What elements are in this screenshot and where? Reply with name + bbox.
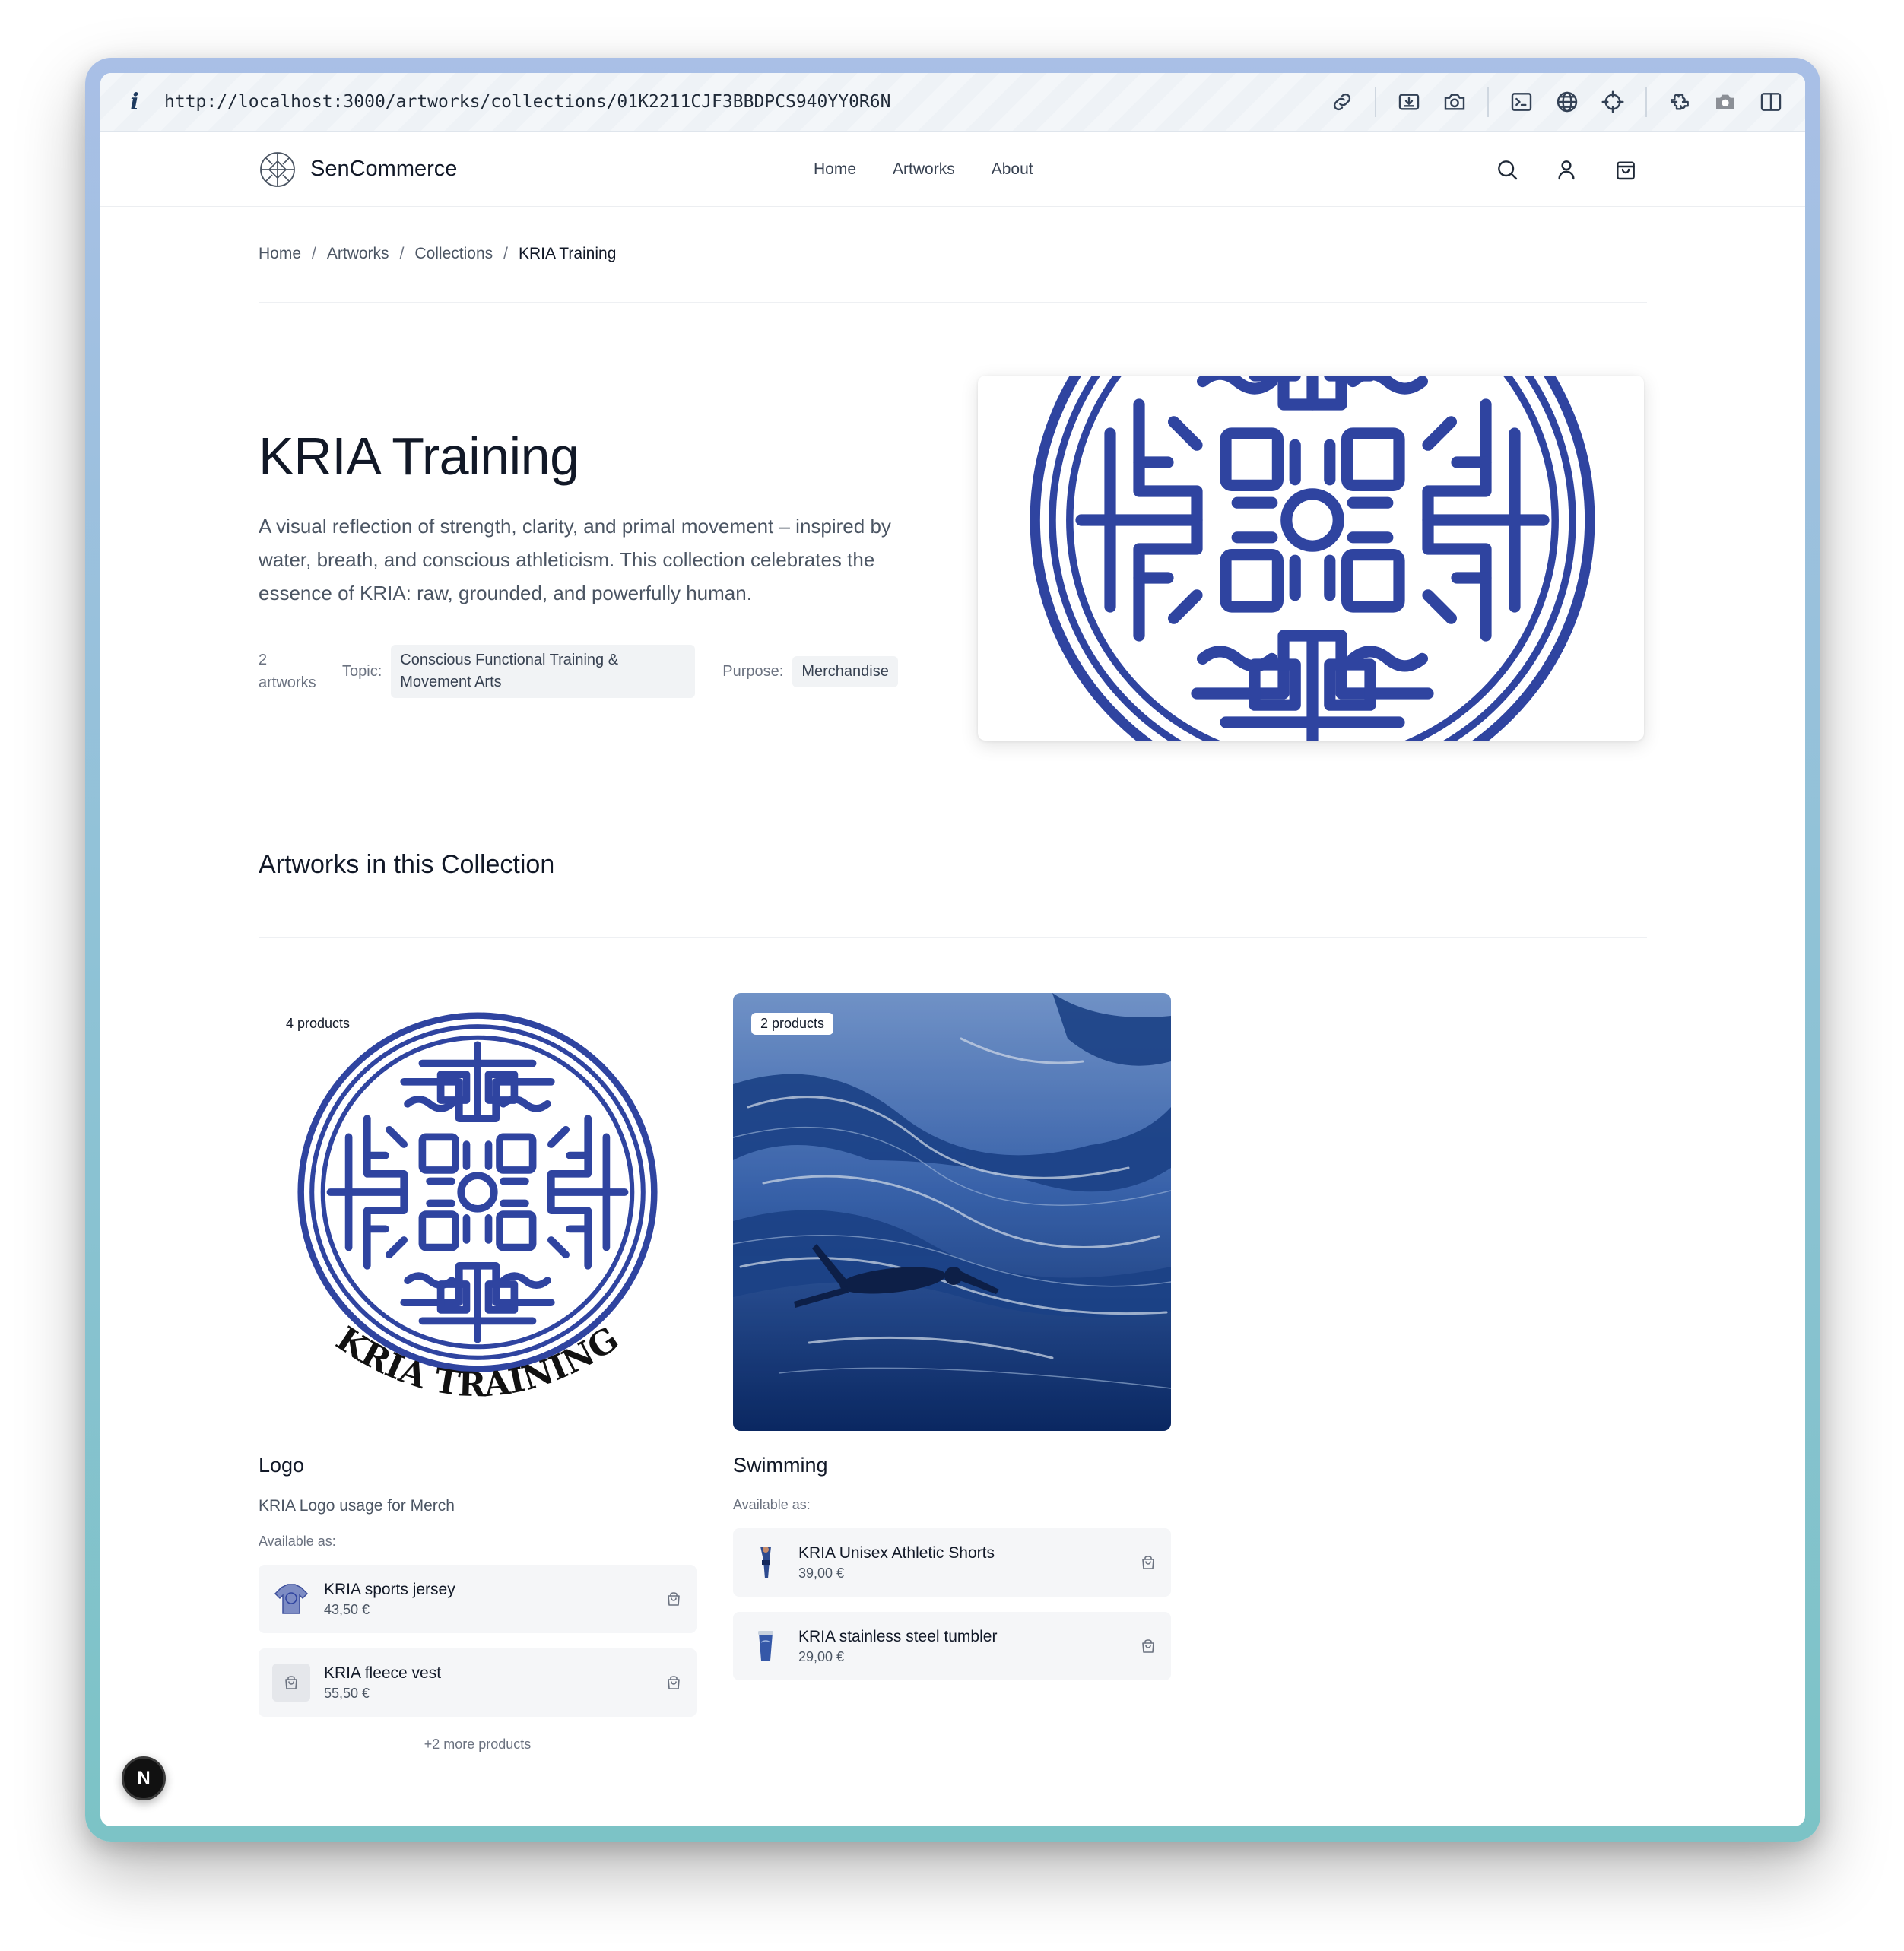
hero-text: KRIA Training A visual reflection of str… — [259, 376, 978, 807]
shopping-bag-icon[interactable] — [1614, 157, 1638, 182]
terminal-icon[interactable] — [1509, 89, 1534, 115]
product-name: KRIA sports jersey — [324, 1580, 455, 1598]
extension-icon[interactable] — [1667, 89, 1693, 115]
available-label: Available as: — [733, 1497, 811, 1512]
product-item[interactable]: KRIA Unisex Athletic Shorts 39,00 € — [733, 1528, 1171, 1597]
search-icon[interactable] — [1495, 157, 1519, 182]
product-thumbnail — [747, 1543, 785, 1581]
toolbar-separator — [1487, 87, 1489, 117]
artwork-card-swimming[interactable]: 2 products Swimming Available as: KRIA U… — [733, 993, 1171, 1826]
artwork-count-label: artworks — [259, 674, 316, 691]
product-name: KRIA fleece vest — [324, 1664, 442, 1682]
collection-hero: KRIA Training A visual reflection of str… — [259, 303, 1647, 807]
product-price: 43,50 € — [324, 1601, 370, 1617]
site-header: SenCommerce Home Artworks About — [100, 132, 1805, 207]
address-bar: i http://localhost:3000/artworks/collect… — [100, 73, 1805, 132]
topic-label: Topic: — [342, 662, 382, 680]
artwork-image-logo[interactable]: 4 products KRIA TRAINING — [259, 993, 697, 1431]
available-label: Available as: — [259, 1534, 336, 1549]
header-actions — [1495, 157, 1638, 182]
breadcrumb-separator: / — [312, 245, 316, 262]
section-title: Artworks in this Collection — [259, 807, 1647, 938]
topic-chip: Conscious Functional Training & Movement… — [391, 645, 696, 698]
product-count-badge: 4 products — [277, 1013, 360, 1035]
breadcrumb-separator: / — [399, 245, 405, 262]
toolbar-separator — [1645, 87, 1647, 117]
nav-artworks[interactable]: Artworks — [893, 160, 955, 179]
artwork-card-logo[interactable]: 4 products KRIA TRAINING Logo KRIA Logo … — [259, 993, 697, 1826]
brand-logo-icon — [259, 151, 297, 189]
nextjs-dev-badge[interactable]: N — [122, 1756, 166, 1800]
camera-gray-icon[interactable] — [1712, 89, 1738, 115]
product-name: KRIA stainless steel tumbler — [798, 1627, 998, 1645]
sidebar-icon[interactable] — [1758, 89, 1784, 115]
main-nav: Home Artworks About — [814, 160, 1495, 179]
nav-home[interactable]: Home — [814, 160, 856, 179]
camera-icon[interactable] — [1442, 89, 1468, 115]
browser-window: i http://localhost:3000/artworks/collect… — [100, 73, 1805, 1826]
add-to-cart-icon[interactable] — [1139, 1553, 1157, 1572]
product-info: KRIA sports jersey 43,50 € — [324, 1581, 665, 1618]
artwork-count: 2 artworks — [259, 649, 342, 694]
breadcrumb-separator: / — [503, 245, 508, 262]
product-info: KRIA Unisex Athletic Shorts 39,00 € — [798, 1544, 1139, 1581]
artwork-description: KRIA Logo usage for Merch — [259, 1497, 455, 1515]
collection-cover-image — [978, 376, 1644, 741]
add-to-cart-icon[interactable] — [665, 1590, 683, 1608]
url-text[interactable]: http://localhost:3000/artworks/collectio… — [164, 92, 1329, 112]
product-thumbnail — [747, 1627, 785, 1665]
artwork-image-swimming[interactable]: 2 products — [733, 993, 1171, 1431]
brand[interactable]: SenCommerce — [259, 151, 814, 189]
main-content: Home / Artworks / Collections / KRIA Tra… — [100, 207, 1805, 1826]
product-price: 55,50 € — [324, 1685, 370, 1701]
globe-icon[interactable] — [1554, 89, 1580, 115]
brand-name: SenCommerce — [310, 157, 458, 181]
crosshair-icon[interactable] — [1600, 89, 1626, 115]
product-price: 39,00 € — [798, 1565, 845, 1581]
more-products-link[interactable]: +2 more products — [259, 1737, 697, 1753]
page-title: KRIA Training — [259, 427, 579, 486]
info-icon[interactable]: i — [122, 89, 148, 116]
product-price: 29,00 € — [798, 1648, 845, 1664]
purpose-label: Purpose: — [722, 662, 784, 680]
artwork-title[interactable]: Logo — [259, 1454, 697, 1477]
collection-description: A visual reflection of strength, clarity… — [259, 515, 891, 604]
product-name: KRIA Unisex Athletic Shorts — [798, 1543, 995, 1562]
product-thumbnail-placeholder — [272, 1664, 310, 1702]
breadcrumb-collections[interactable]: Collections — [414, 245, 493, 302]
screenshot-region-icon[interactable] — [1396, 89, 1422, 115]
add-to-cart-icon[interactable] — [665, 1673, 683, 1692]
product-info: KRIA fleece vest 55,50 € — [324, 1664, 665, 1702]
product-thumbnail — [272, 1580, 310, 1618]
link-icon[interactable] — [1329, 89, 1355, 115]
nav-about[interactable]: About — [992, 160, 1033, 179]
breadcrumb-artworks[interactable]: Artworks — [327, 245, 389, 302]
product-item[interactable]: KRIA fleece vest 55,50 € — [259, 1648, 697, 1717]
purpose-chip: Merchandise — [792, 655, 898, 687]
artwork-grid: 4 products KRIA TRAINING Logo KRIA Logo … — [259, 938, 1647, 1826]
toolbar-separator — [1375, 87, 1376, 117]
product-item[interactable]: KRIA stainless steel tumbler 29,00 € — [733, 1612, 1171, 1680]
collection-meta: 2 artworks Topic: Conscious Functional T… — [259, 645, 978, 698]
breadcrumb-home[interactable]: Home — [259, 245, 301, 302]
product-info: KRIA stainless steel tumbler 29,00 € — [798, 1628, 1139, 1665]
artwork-title[interactable]: Swimming — [733, 1454, 1171, 1477]
add-to-cart-icon[interactable] — [1139, 1637, 1157, 1655]
user-icon[interactable] — [1554, 157, 1579, 182]
breadcrumb-current: KRIA Training — [518, 245, 617, 262]
product-count-badge: 2 products — [751, 1013, 834, 1035]
breadcrumb: Home / Artworks / Collections / KRIA Tra… — [259, 207, 1647, 303]
product-item[interactable]: KRIA sports jersey 43,50 € — [259, 1565, 697, 1633]
toolbar-icons — [1329, 87, 1784, 117]
artwork-count-number: 2 — [259, 652, 268, 668]
